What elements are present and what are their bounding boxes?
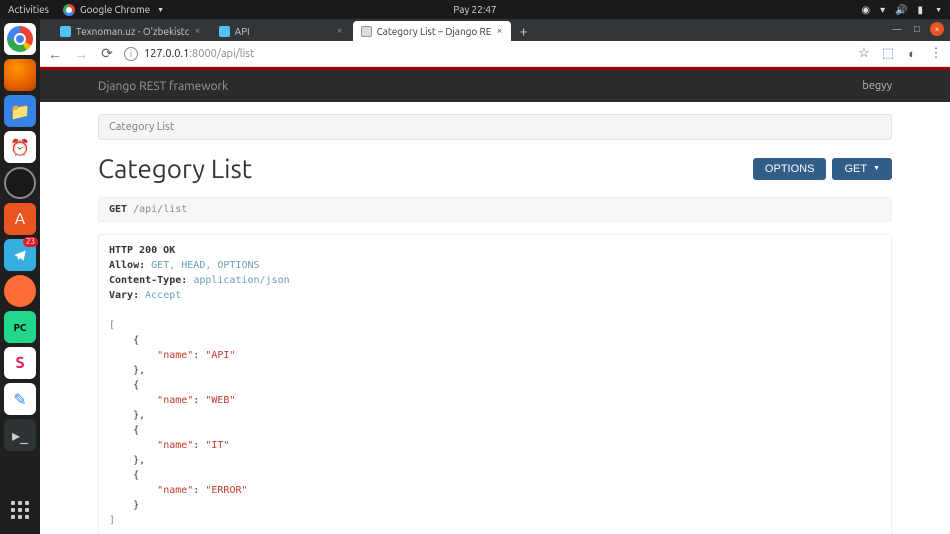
dock-postman[interactable]: [4, 275, 36, 307]
profile-icon[interactable]: ◐: [904, 46, 920, 62]
site-info-icon[interactable]: i: [124, 47, 138, 61]
volume-icon[interactable]: 🔊: [895, 4, 907, 16]
json-value: "IT": [205, 440, 229, 451]
window-close[interactable]: ×: [930, 22, 944, 36]
dock-files[interactable]: 📁: [4, 95, 36, 127]
favicon-icon: [219, 26, 230, 37]
dock-firefox[interactable]: [4, 59, 36, 91]
dock: 📁 ⏰ A 23 PC S ✎ ▸_: [0, 19, 40, 534]
dock-pycharm[interactable]: PC: [4, 311, 36, 343]
dock-slack[interactable]: S: [4, 347, 36, 379]
ctype-value: application/json: [193, 275, 289, 286]
url-path: :8000/api/list: [189, 48, 254, 60]
star-icon[interactable]: ☆: [856, 46, 872, 62]
chevron-down-icon: ▼: [873, 165, 880, 172]
response-body: HTTP 200 OK Allow: GET, HEAD, OPTIONS Co…: [98, 234, 892, 534]
drf-navbar: Django REST framework begyy: [40, 70, 950, 102]
options-button[interactable]: OPTIONS: [753, 158, 827, 180]
json-value: "API": [205, 350, 235, 361]
tab-close-icon[interactable]: ×: [496, 25, 502, 37]
telegram-badge: 23: [23, 237, 38, 247]
system-menu-icon[interactable]: ▼: [935, 6, 942, 14]
get-button[interactable]: GET ▼: [832, 158, 892, 180]
tab-1[interactable]: API ×: [211, 21, 351, 41]
favicon-icon: [60, 26, 71, 37]
clock[interactable]: Pay 22:47: [453, 4, 496, 15]
tab-close-icon[interactable]: ×: [194, 25, 200, 37]
dock-software[interactable]: A: [4, 203, 36, 235]
forward-button[interactable]: →: [72, 45, 90, 63]
tab-close-icon[interactable]: ×: [336, 25, 342, 37]
chevron-down-icon: ▼: [157, 6, 164, 14]
page-content: Django REST framework begyy Category Lis…: [40, 67, 950, 534]
response-status: HTTP 200 OK: [109, 245, 175, 256]
translate-icon[interactable]: ⬚: [880, 46, 896, 62]
request-line: GET /api/list: [98, 197, 892, 222]
tab-2-active[interactable]: Category List – Django RE ×: [353, 21, 511, 41]
new-tab-button[interactable]: +: [513, 21, 535, 41]
drf-brand-link[interactable]: Django REST framework: [98, 80, 228, 93]
json-value: "ERROR": [205, 485, 247, 496]
request-path: /api/list: [133, 204, 187, 215]
dock-chrome[interactable]: [4, 23, 36, 55]
json-value: "WEB": [205, 395, 235, 406]
vary-value: Accept: [145, 290, 181, 301]
battery-icon[interactable]: ▮: [918, 4, 924, 16]
back-button[interactable]: ←: [46, 45, 64, 63]
tab-title: Texnoman.uz - O'zbekistc: [76, 26, 189, 37]
json-key: "name": [157, 350, 193, 361]
vary-label: Vary:: [109, 290, 139, 301]
ctype-label: Content-Type:: [109, 275, 187, 286]
app-menu-label: Google Chrome: [80, 4, 150, 15]
browser-window: Texnoman.uz - O'zbekistc × API × Categor…: [40, 19, 950, 534]
page-title: Category List: [98, 154, 252, 183]
dock-gedit[interactable]: ✎: [4, 383, 36, 415]
dock-telegram[interactable]: 23: [4, 239, 36, 271]
dock-apps-grid[interactable]: [4, 494, 36, 526]
dock-terminal[interactable]: ▸_: [4, 419, 36, 451]
tab-strip: Texnoman.uz - O'zbekistc × API × Categor…: [40, 19, 950, 41]
url-host: 127.0.0.1: [144, 48, 189, 60]
url-input[interactable]: i 127.0.0.1:8000/api/list: [124, 47, 848, 61]
breadcrumb[interactable]: Category List: [98, 114, 892, 140]
menu-icon[interactable]: ⋮: [928, 46, 944, 62]
allow-value: GET, HEAD, OPTIONS: [151, 260, 259, 271]
activities-button[interactable]: Activities: [8, 4, 49, 15]
window-maximize[interactable]: □: [910, 22, 924, 36]
tab-0[interactable]: Texnoman.uz - O'zbekistc ×: [52, 21, 209, 41]
window-minimize[interactable]: —: [890, 22, 904, 36]
dock-spotify[interactable]: [4, 167, 36, 199]
drf-user[interactable]: begyy: [862, 80, 892, 92]
dock-app-1[interactable]: ⏰: [4, 131, 36, 163]
request-method: GET: [109, 204, 127, 215]
get-button-label: GET: [844, 163, 867, 175]
chrome-icon: [63, 4, 75, 16]
tray-icon[interactable]: ◉: [861, 4, 870, 16]
wifi-icon[interactable]: ▾: [880, 4, 885, 16]
json-key: "name": [157, 485, 193, 496]
reload-button[interactable]: ⟳: [98, 45, 116, 63]
gnome-top-bar: Activities Google Chrome ▼ Pay 22:47 ◉ ▾…: [0, 0, 950, 19]
telegram-icon: [13, 248, 27, 262]
json-key: "name": [157, 395, 193, 406]
json-key: "name": [157, 440, 193, 451]
tab-title: API: [235, 26, 332, 37]
allow-label: Allow:: [109, 260, 145, 271]
address-bar: ← → ⟳ i 127.0.0.1:8000/api/list ☆ ⬚ ◐ ⋮: [40, 41, 950, 67]
tab-title: Category List – Django RE: [377, 26, 492, 37]
app-menu[interactable]: Google Chrome ▼: [63, 4, 164, 16]
favicon-icon: [361, 26, 372, 37]
